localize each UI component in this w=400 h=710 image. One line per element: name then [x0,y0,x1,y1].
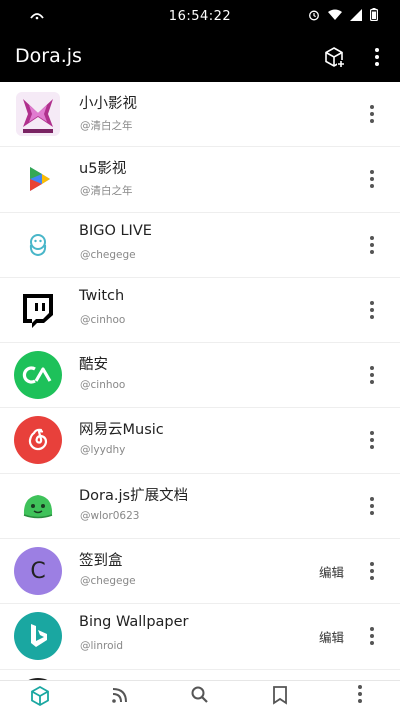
item-author: @chegege [80,248,136,261]
list-item[interactable]: Bing Wallpaper @linroid 编辑 [0,604,400,670]
item-name: 签到盒 [79,553,123,570]
item-author: @cinhoo [80,379,126,392]
app-bar: Dora.js [0,32,400,82]
dora-smiley-logo-icon [14,482,62,530]
more-options-icon[interactable] [360,426,384,454]
nav-more-icon[interactable] [345,685,375,710]
item-author: @lyydhy [80,444,126,457]
coolapk-logo-icon [14,351,62,400]
list-item[interactable]: 网易云Music @lyydhy [0,408,400,474]
item-author: @linroid [80,640,124,653]
more-options-icon[interactable] [360,165,384,193]
more-options-icon[interactable] [360,622,384,650]
cube-add-icon[interactable] [321,44,347,70]
list-item[interactable]: Dora.js扩展文档 @wlor0623 [0,474,400,540]
item-name: Dora.js扩展文档 [79,487,189,504]
checkin-box-avatar: C [14,547,62,596]
nav-feed-rss-icon[interactable] [105,685,135,710]
list-item-partial[interactable] [0,670,400,680]
alarm-icon [308,9,320,25]
status-time: 16:54:22 [168,8,232,24]
item-name: Twitch [79,287,125,304]
notification-icon [30,9,44,24]
edit-button[interactable]: 编辑 [319,627,344,646]
bigo-live-logo-icon [14,221,62,269]
netease-music-logo-icon [14,416,62,465]
u5-play-logo-icon [14,155,62,203]
list-item[interactable]: C 签到盒 @chegege 编辑 [0,539,400,605]
wifi-icon [328,9,342,25]
nav-extensions-cube-icon[interactable] [25,685,55,710]
list-item[interactable]: 小小影视 @清白之年 [0,82,400,148]
item-author: @wlor0623 [80,509,140,522]
item-author: @清白之年 [80,185,133,198]
status-bar: 16:54:22 [0,0,400,32]
bing-logo-icon [14,612,62,661]
item-name: 酷安 [79,357,108,374]
list-item[interactable]: BIGO LIVE @chegege [0,213,400,278]
overflow-menu-icon[interactable] [364,44,390,70]
item-name: Bing Wallpaper [79,614,189,631]
extension-list: 小小影视 @清白之年 u5影视 @清白之年 BIGO LIVE @chegege [0,82,400,680]
item-name: 小小影视 [79,96,137,112]
list-item[interactable]: 酷安 @cinhoo [0,343,400,409]
more-options-icon[interactable] [360,492,384,520]
battery-icon [370,8,379,25]
item-name: BIGO LIVE [79,222,152,239]
item-author: @chegege [80,575,136,588]
app-title: Dora.js [15,45,82,67]
signal-icon [350,8,362,25]
twitch-logo-icon [14,286,62,334]
nav-bookmark-icon[interactable] [265,685,295,710]
item-author: @清白之年 [80,120,133,132]
more-options-icon[interactable] [360,296,384,324]
more-options-icon[interactable] [360,231,384,259]
more-options-icon[interactable] [360,557,384,585]
item-author: @cinhoo [80,313,126,326]
list-item[interactable]: u5影视 @清白之年 [0,147,400,213]
item-name: 网易云Music [79,422,164,439]
edit-button[interactable]: 编辑 [319,562,344,581]
xiaoxiao-logo-icon [14,90,62,138]
bottom-navigation [0,680,400,710]
nav-search-icon[interactable] [185,685,215,710]
avatar-letter: C [30,558,46,584]
list-item[interactable]: Twitch @cinhoo [0,278,400,344]
more-options-icon[interactable] [360,361,384,389]
item-name: u5影视 [79,161,127,178]
more-options-icon[interactable] [360,100,384,128]
